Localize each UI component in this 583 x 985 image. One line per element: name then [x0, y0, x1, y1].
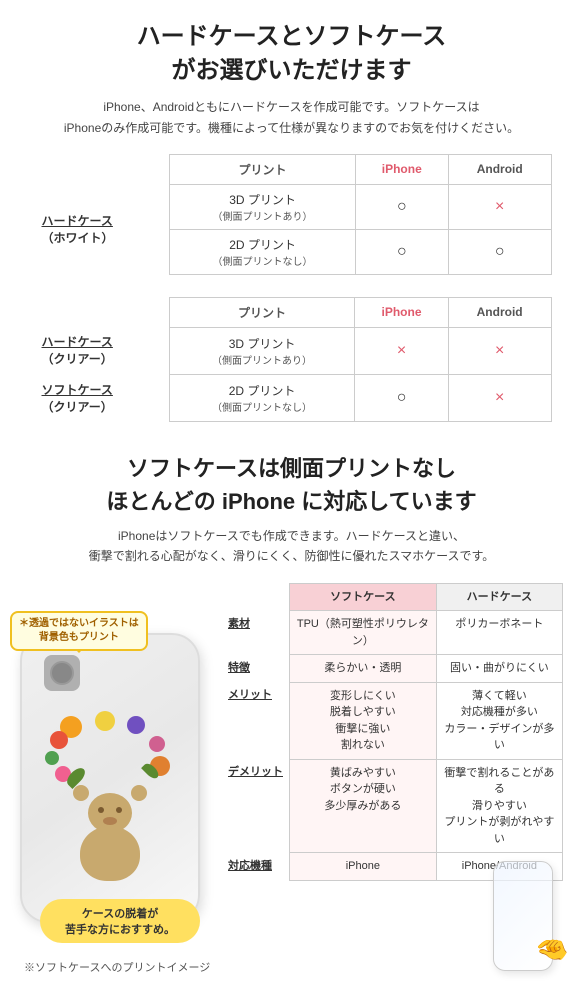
- compare-hard-demerit: 衝撃で割れることがある滑りやすいプリントが剥がれやすい: [436, 759, 562, 853]
- bear-ear-right: [131, 785, 147, 801]
- section1: ハードケースとソフトケースがお選びいただけます iPhone、Androidとも…: [0, 0, 583, 442]
- table1-col-android: Android: [448, 154, 551, 184]
- case-labels-clear: ハードケース（クリアー） ソフトケース（クリアー）: [32, 327, 170, 421]
- compare-label-merit: メリット: [228, 682, 290, 759]
- compare-label-feature: 特徴: [228, 655, 290, 683]
- table1-col-iphone: iPhone: [355, 154, 448, 184]
- table2-empty-header: [32, 297, 170, 327]
- section2: ソフトケースは側面プリントなしほとんどの iPhone に対応しています iPh…: [0, 442, 583, 985]
- table1-wrap: プリント iPhone Android ハードケース（ホワイト） 3D プリント…: [20, 154, 563, 275]
- compare-label-device: 対応機種: [228, 853, 290, 881]
- page: ハードケースとソフトケースがお選びいただけます iPhone、Androidとも…: [0, 0, 583, 985]
- 3d-android-clear: ×: [448, 327, 551, 374]
- compare-hard-feature: 固い・曲がりにくい: [436, 655, 562, 683]
- 2d-android-clear: ×: [448, 374, 551, 421]
- compare-hard-material: ポリカーボネート: [436, 611, 562, 655]
- flower-illustration: [45, 711, 175, 891]
- compare-label-material: 素材: [228, 611, 290, 655]
- compare-soft-device: iPhone: [290, 853, 437, 881]
- case-label-white: ハードケース（ホワイト）: [32, 184, 170, 274]
- table-row: ハードケース（クリアー） ソフトケース（クリアー） 3D プリント（側面プリント…: [32, 327, 552, 374]
- table1-col-print: プリント: [170, 154, 355, 184]
- compare-col-hard: ハードケース: [436, 583, 562, 611]
- section1-description: iPhone、Androidともにハードケースを作成可能です。ソフトケースは i…: [20, 97, 563, 138]
- print-2d-label: 2D プリント（側面プリントなし）: [170, 229, 355, 274]
- bear-body: [80, 826, 140, 881]
- 3d-android-white: ×: [448, 184, 551, 229]
- flower-pink: [149, 736, 165, 752]
- footer-note: ※ソフトケースへのプリントイメージ: [20, 959, 220, 975]
- flower-green: [45, 751, 59, 765]
- print-2d-clear: 2D プリント（側面プリントなし）: [169, 374, 354, 421]
- phone-side: ＊透過ではないイラストは背景色もプリント: [20, 583, 220, 975]
- section1-title: ハードケースとソフトケースがお選びいただけます: [20, 20, 563, 87]
- table1: プリント iPhone Android ハードケース（ホワイト） 3D プリント…: [32, 154, 552, 275]
- 3d-iphone-clear: ×: [355, 327, 449, 374]
- print-3d-label: 3D プリント（側面プリントあり）: [170, 184, 355, 229]
- compare-side: ソフトケース ハードケース 素材 TPU（熱可塑性ポリウレタン） ポリカーボネー…: [228, 583, 563, 971]
- table2-wrap: プリント iPhone Android ハードケース（クリアー） ソフトケース（…: [20, 297, 563, 422]
- table2-col-iphone: iPhone: [355, 297, 449, 327]
- compare-col-soft: ソフトケース: [290, 583, 437, 611]
- flower-yellow: [95, 711, 115, 731]
- detach-bubble: ケースの脱着が苦手な方におすすめ。: [40, 899, 200, 943]
- table2: プリント iPhone Android ハードケース（クリアー） ソフトケース（…: [32, 297, 552, 422]
- 2d-iphone-clear: ○: [355, 374, 449, 421]
- 3d-iphone-white: ○: [355, 184, 448, 229]
- compare-soft-material: TPU（熱可塑性ポリウレタン）: [290, 611, 437, 655]
- bear-ear-left: [73, 785, 89, 801]
- compare-soft-demerit: 黄ばみやすいボタンが硬い多少厚みがある: [290, 759, 437, 853]
- compare-empty-header: [228, 583, 290, 611]
- flower-purple: [127, 716, 145, 734]
- section2-description: iPhoneはソフトケースでも作成できます。ハードケースと違い、 衝撃で割れる心…: [20, 526, 563, 567]
- table2-col-print: プリント: [169, 297, 354, 327]
- table2-col-android: Android: [448, 297, 551, 327]
- section2-title: ソフトケースは側面プリントなしほとんどの iPhone に対応しています: [20, 452, 563, 518]
- compare-row-feature: 特徴 柔らかい・透明 固い・曲がりにくい: [228, 655, 563, 683]
- phone-image: Botton Rabbit: [20, 633, 200, 923]
- 2d-iphone-white: ○: [355, 229, 448, 274]
- compare-soft-feature: 柔らかい・透明: [290, 655, 437, 683]
- compare-row-material: 素材 TPU（熱可塑性ポリウレタン） ポリカーボネート: [228, 611, 563, 655]
- compare-label-demerit: デメリット: [228, 759, 290, 853]
- 2d-android-white: ○: [448, 229, 551, 274]
- bottom-content: ＊透過ではないイラストは背景色もプリント: [20, 583, 563, 975]
- compare-table: ソフトケース ハードケース 素材 TPU（熱可塑性ポリウレタン） ポリカーボネー…: [228, 583, 563, 881]
- flower-red: [50, 731, 68, 749]
- compare-soft-merit: 変形しにくい脱着しやすい衝撃に強い割れない: [290, 682, 437, 759]
- table-row: ハードケース（ホワイト） 3D プリント（側面プリントあり） ○ ×: [32, 184, 552, 229]
- compare-row-merit: メリット 変形しにくい脱着しやすい衝撃に強い割れない 薄くて軽い対応機種が多いカ…: [228, 682, 563, 759]
- flower-area: [40, 701, 180, 901]
- compare-hard-merit: 薄くて軽い対応機種が多いカラー・デザインが多い: [436, 682, 562, 759]
- compare-row-demerit: デメリット 黄ばみやすいボタンが硬い多少厚みがある 衝撃で割れることがある滑りや…: [228, 759, 563, 853]
- phone-camera: [44, 655, 80, 691]
- bubble-note: ＊透過ではないイラストは背景色もプリント: [10, 611, 148, 651]
- clear-phone-area: 🤏: [228, 891, 563, 971]
- table1-group-label: [32, 154, 170, 184]
- print-3d-clear: 3D プリント（側面プリントあり）: [169, 327, 354, 374]
